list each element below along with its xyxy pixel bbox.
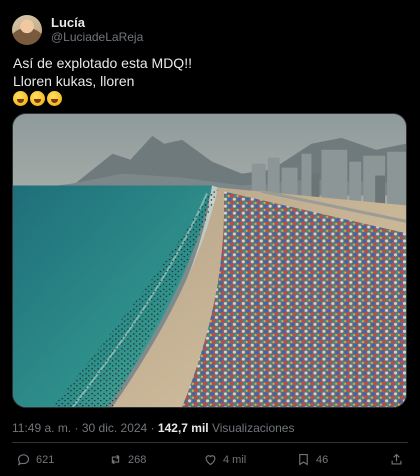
action-bar: 621 268 4 mil 46 (0, 452, 420, 472)
repost-icon (111, 454, 120, 465)
repost-button[interactable]: 268 (108, 452, 146, 467)
views-count: 142,7 mil (157, 421, 209, 435)
grinning-tongue-emoji-icon (30, 91, 45, 106)
tweet-header: Lucía @LuciadeLaReja (12, 14, 143, 46)
bookmark-button[interactable]: 46 (296, 452, 328, 467)
share-icon (391, 453, 402, 465)
like-count: 4 mil (223, 453, 247, 466)
like-button[interactable]: 4 mil (203, 452, 246, 467)
tweet-time[interactable]: 11:49 a. m. (12, 421, 71, 435)
rolling-laughing-emoji-icon (47, 91, 62, 106)
bookmark-count: 46 (316, 453, 329, 466)
tweet-date[interactable]: 30 dic. 2024 (82, 421, 147, 435)
share-button[interactable] (389, 452, 404, 467)
tweet-text: Así de explotado esta MDQ!! Lloren kukas… (13, 54, 408, 106)
repost-count: 268 (128, 453, 147, 466)
meta-separator: · (150, 421, 155, 435)
bookmark-icon (299, 453, 308, 466)
tweet-line-2: Lloren kukas, lloren (13, 73, 135, 89)
divider (12, 442, 408, 443)
author-names: Lucía @LuciadeLaReja (51, 15, 143, 45)
tweet-meta: 11:49 a. m. · 30 dic. 2024 · 142,7 mil V… (12, 421, 294, 435)
views-label: Visualizaciones (211, 421, 295, 435)
reply-icon (17, 454, 30, 466)
tweet-line-1: Así de explotado esta MDQ!! (13, 55, 192, 71)
avatar[interactable] (12, 15, 42, 45)
meta-separator: · (74, 421, 79, 435)
grinning-tongue-emoji-icon (13, 91, 28, 106)
reply-button[interactable]: 621 (16, 452, 54, 467)
display-name[interactable]: Lucía (51, 15, 143, 30)
handle[interactable]: @LuciadeLaReja (51, 30, 143, 45)
reply-count: 621 (36, 453, 55, 466)
emoji-row (13, 91, 408, 106)
heart-icon (205, 455, 216, 466)
tweet-photo[interactable] (12, 113, 407, 408)
beach-crowd-photo (13, 114, 406, 407)
